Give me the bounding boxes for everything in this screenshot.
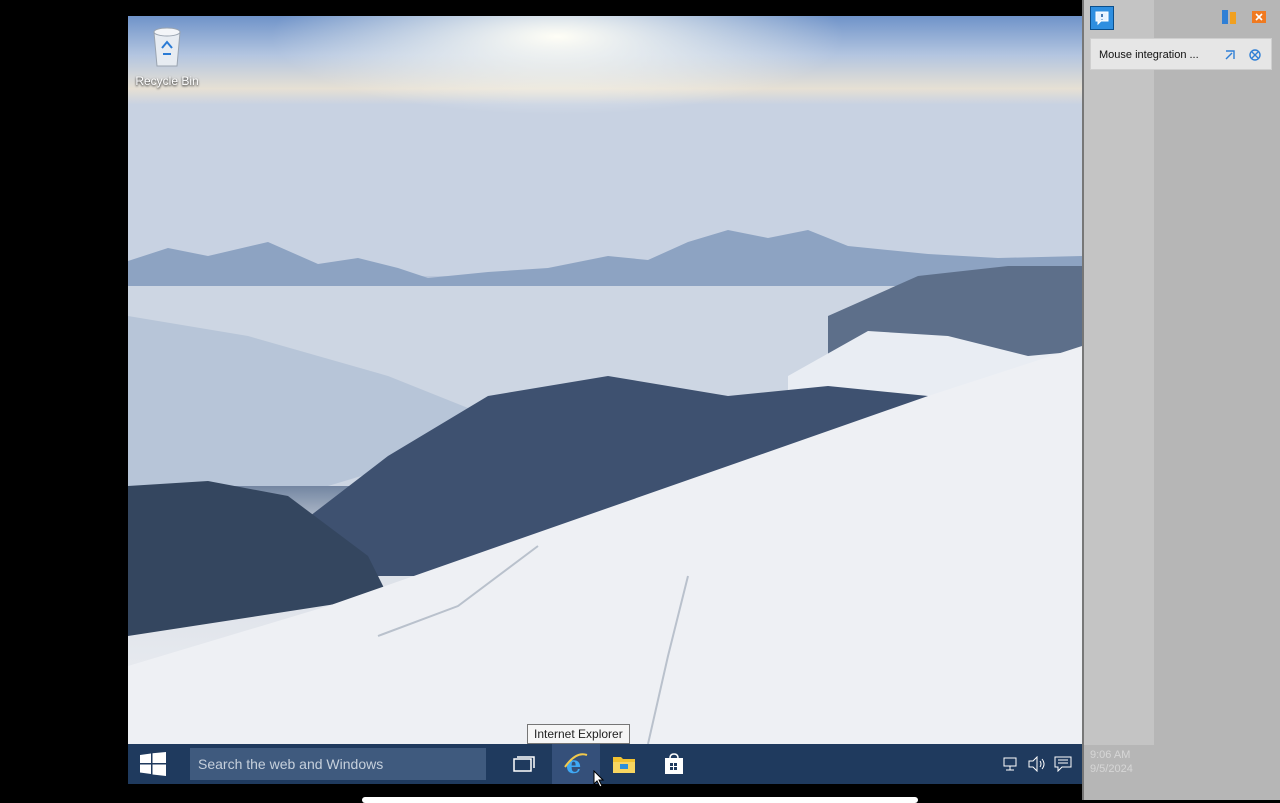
close-all-button[interactable] bbox=[1248, 6, 1270, 28]
internet-explorer-tooltip: Internet Explorer bbox=[527, 724, 630, 744]
start-button[interactable] bbox=[128, 744, 178, 784]
network-icon bbox=[1003, 757, 1017, 771]
folder-icon bbox=[613, 757, 635, 773]
guest-desktop[interactable]: Recycle Bin bbox=[128, 16, 1082, 744]
panel-toolbar bbox=[1084, 6, 1280, 32]
close-all-icon bbox=[1252, 11, 1266, 23]
mouse-integration-icon[interactable] bbox=[1223, 47, 1239, 63]
faded-time: 9:06 AM bbox=[1090, 749, 1131, 761]
recycle-bin-shortcut[interactable]: Recycle Bin bbox=[134, 24, 200, 88]
notification-text: Mouse integration ... bbox=[1099, 49, 1199, 61]
volume-icon bbox=[1028, 756, 1045, 772]
host-notification-panel: Mouse integration ... 9:06 AM 9/5/2024 bbox=[1082, 0, 1280, 800]
settings-button[interactable] bbox=[1218, 6, 1240, 28]
system-tray bbox=[998, 744, 1082, 784]
settings-icon bbox=[1222, 10, 1236, 24]
close-icon[interactable] bbox=[1247, 47, 1263, 63]
network-tray-button[interactable] bbox=[998, 744, 1024, 784]
vm-bottom-bar[interactable] bbox=[362, 797, 918, 803]
internet-explorer-icon: e bbox=[564, 751, 588, 777]
taskbar: Search the web and Windows e bbox=[128, 744, 1082, 784]
file-explorer-taskbar-button[interactable] bbox=[600, 744, 648, 784]
search-input[interactable]: Search the web and Windows bbox=[190, 748, 486, 780]
action-center-icon bbox=[1054, 756, 1072, 772]
recycle-bin-label: Recycle Bin bbox=[135, 74, 199, 88]
mountain-wallpaper bbox=[128, 16, 1082, 744]
volume-tray-button[interactable] bbox=[1024, 744, 1050, 784]
message-button[interactable] bbox=[1090, 6, 1114, 30]
task-view-icon bbox=[513, 756, 535, 772]
action-center-tray-button[interactable] bbox=[1050, 744, 1076, 784]
store-icon bbox=[665, 753, 683, 774]
task-view-button[interactable] bbox=[500, 744, 548, 784]
panel-fade-overlay bbox=[1084, 0, 1154, 745]
faded-clock: 9:06 AM 9/5/2024 bbox=[1090, 748, 1133, 776]
notification-item[interactable]: Mouse integration ... bbox=[1090, 38, 1272, 70]
windows-logo-icon bbox=[140, 752, 166, 776]
mouse-pointer-icon bbox=[593, 770, 605, 788]
message-icon bbox=[1095, 11, 1109, 26]
store-taskbar-button[interactable] bbox=[650, 744, 698, 784]
faded-date: 9/5/2024 bbox=[1090, 763, 1133, 775]
recycle-bin-icon bbox=[153, 27, 181, 67]
